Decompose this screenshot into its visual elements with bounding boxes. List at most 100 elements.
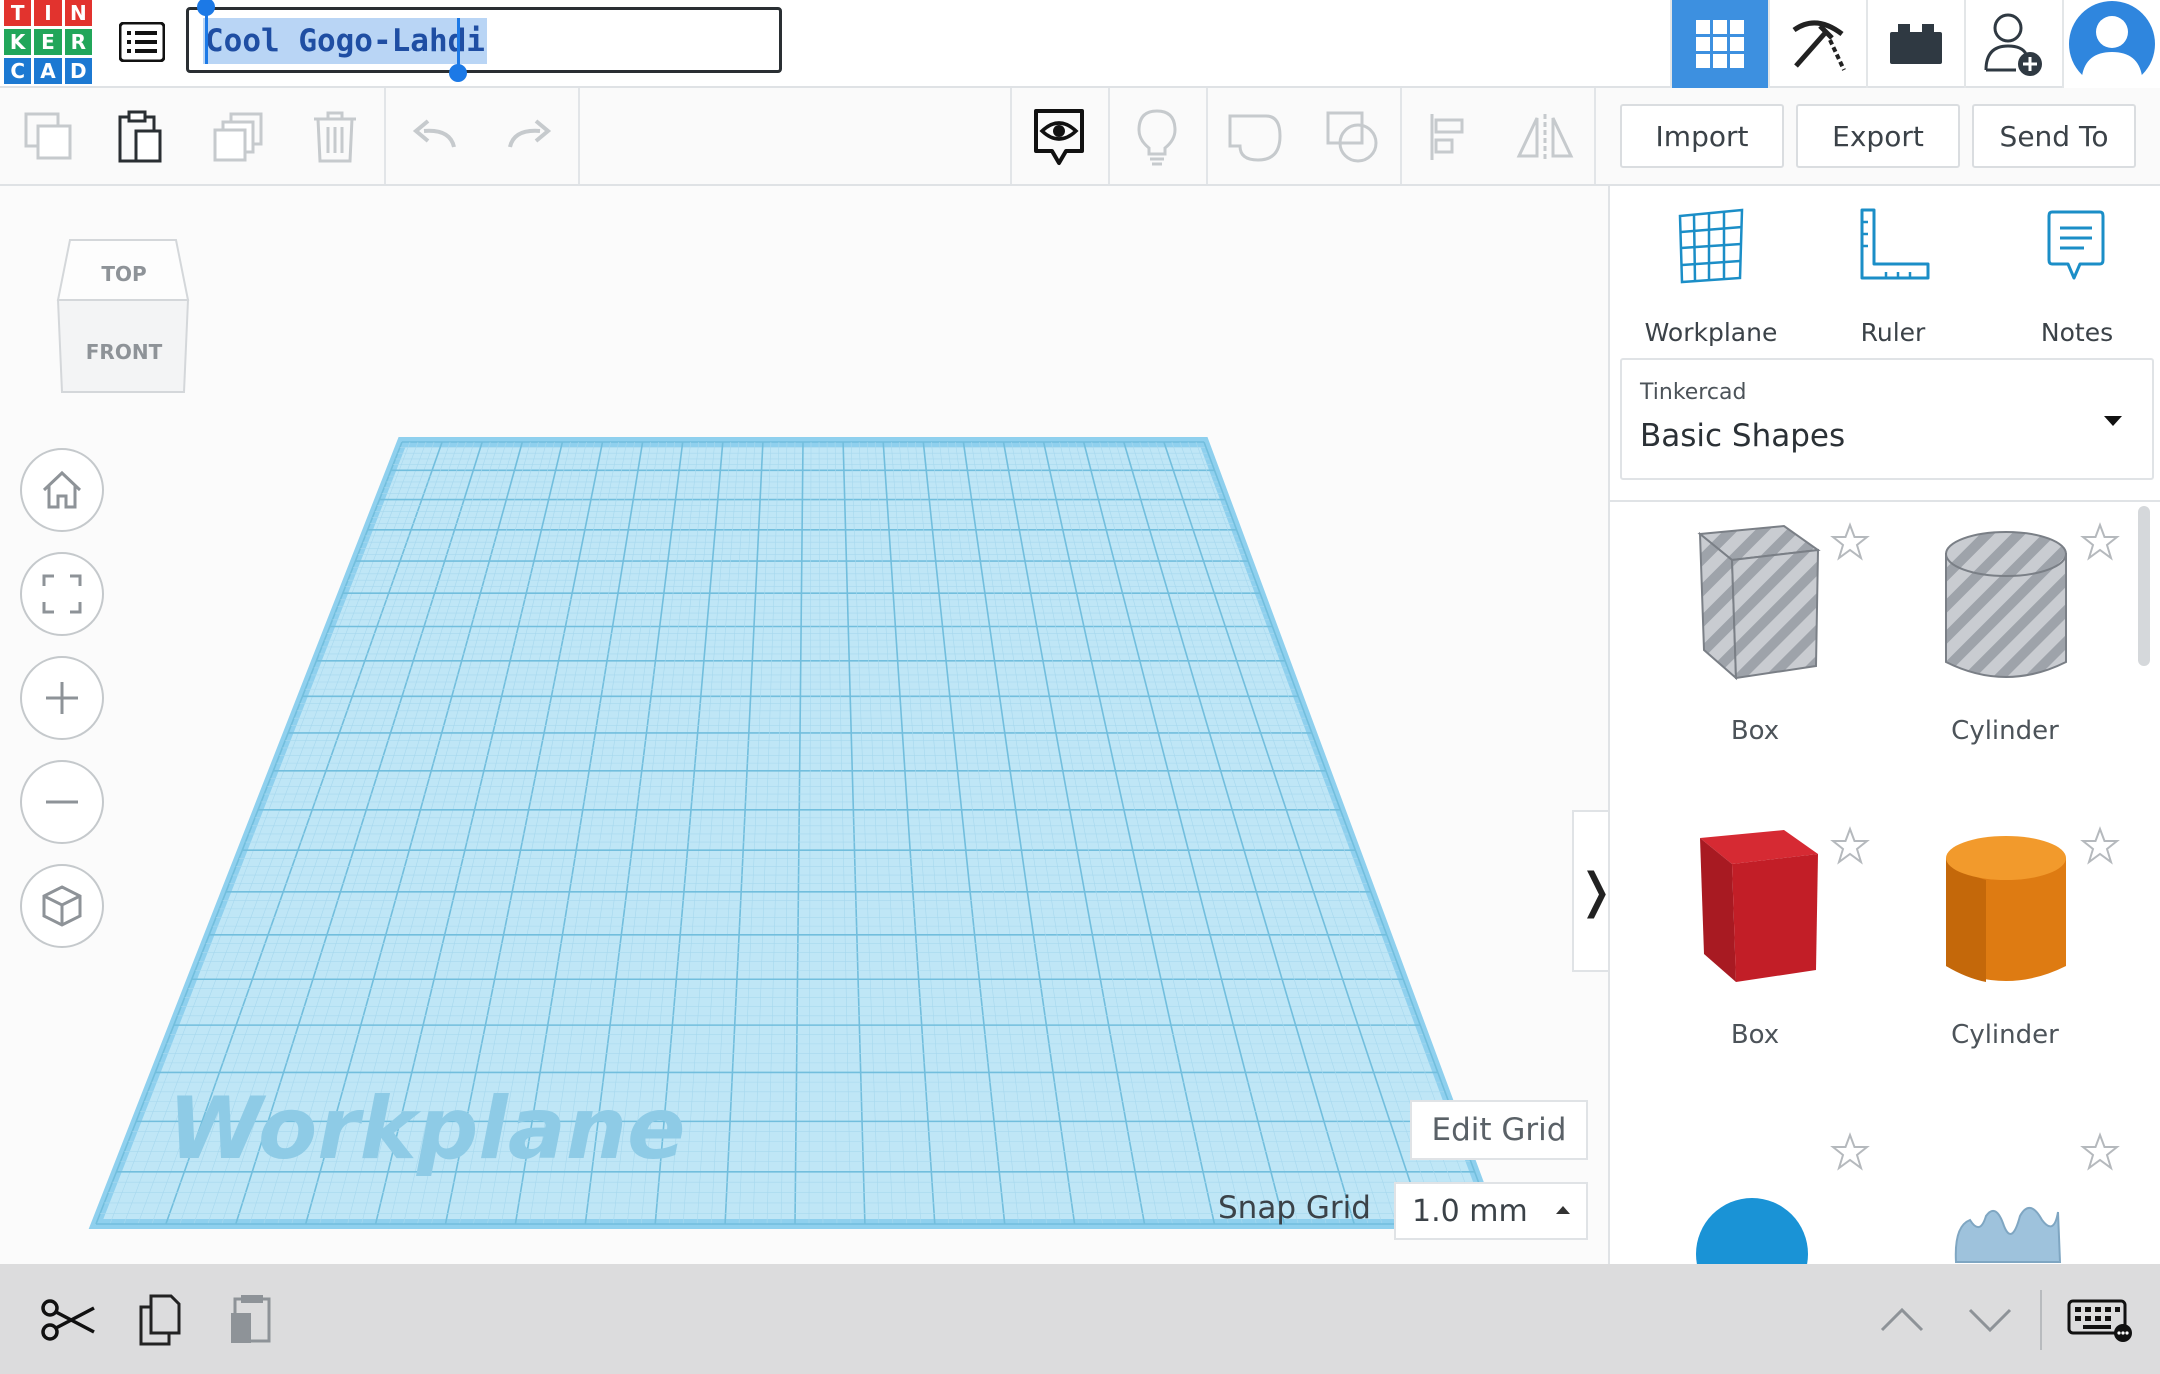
toolbar-divider bbox=[384, 88, 386, 184]
copy-doc-icon bbox=[139, 1294, 181, 1346]
ruler-tool[interactable]: Ruler bbox=[1818, 208, 1968, 347]
edit-toolbar: Import Export Send To bbox=[0, 88, 2160, 186]
copy-button[interactable] bbox=[16, 104, 82, 170]
toolbar-divider bbox=[1594, 88, 1596, 184]
mirror-button[interactable] bbox=[1512, 104, 1578, 170]
snap-grid-select[interactable]: 1.0 mm bbox=[1394, 1182, 1588, 1240]
red-box-shape bbox=[1700, 830, 1818, 982]
workplane-tool[interactable]: Workplane bbox=[1636, 208, 1786, 347]
3d-viewport[interactable]: Workplane TOP FRONT Edit Grid Snap Grid … bbox=[0, 186, 1618, 1264]
favorite-star-icon[interactable] bbox=[1830, 826, 1870, 866]
snap-grid-value: 1.0 mm bbox=[1412, 1193, 1528, 1229]
plus-icon bbox=[46, 682, 78, 714]
snap-grid-label: Snap Grid bbox=[1218, 1190, 1371, 1226]
paste-text-button[interactable] bbox=[220, 1290, 280, 1350]
import-button[interactable]: Import bbox=[1620, 104, 1784, 168]
next-field-button[interactable] bbox=[1960, 1290, 2020, 1350]
paste-button[interactable] bbox=[108, 104, 174, 170]
sphere-shape[interactable] bbox=[1692, 1194, 1822, 1264]
trash-icon bbox=[314, 111, 356, 163]
send-to-button[interactable]: Send To bbox=[1972, 104, 2136, 168]
cut-button[interactable] bbox=[38, 1290, 98, 1350]
bricks-view-button[interactable] bbox=[1866, 0, 1964, 88]
box-hole-shape bbox=[1697, 524, 1821, 681]
favorite-star-icon[interactable] bbox=[1830, 522, 1870, 562]
home-icon bbox=[42, 470, 82, 509]
selection-end-handle[interactable] bbox=[449, 64, 467, 82]
perspective-toggle-button[interactable] bbox=[20, 864, 104, 948]
design-list-button[interactable] bbox=[116, 16, 168, 68]
shape-label: Cylinder bbox=[1951, 1020, 2059, 1050]
group-icon bbox=[1228, 114, 1282, 162]
copy-text-button[interactable] bbox=[130, 1290, 190, 1350]
align-button[interactable] bbox=[1418, 104, 1484, 170]
workplane-icon bbox=[1678, 208, 1744, 284]
paste-doc-icon bbox=[231, 1295, 271, 1343]
logo-letter: A bbox=[34, 58, 62, 84]
previous-field-button[interactable] bbox=[1872, 1290, 1932, 1350]
add-user-icon bbox=[1984, 13, 2042, 76]
ungroup-button[interactable] bbox=[1320, 104, 1386, 170]
note-icon bbox=[2047, 210, 2105, 280]
view-cube[interactable]: TOP FRONT bbox=[56, 236, 192, 400]
pickaxe-icon bbox=[1792, 20, 1846, 71]
avatar bbox=[2069, 1, 2155, 88]
logo-letter: R bbox=[64, 29, 92, 55]
tinkercad-logo[interactable]: TIN KER CAD bbox=[4, 0, 92, 84]
logo-letter: K bbox=[4, 29, 32, 55]
shape-library-select[interactable]: Tinkercad Basic Shapes bbox=[1620, 358, 2154, 480]
blocks-view-button[interactable] bbox=[1768, 0, 1866, 88]
toolbar-divider bbox=[1206, 88, 1208, 184]
top-bar: TIN KER CAD Cool Gogo-Lahdi bbox=[0, 0, 2160, 88]
orange-cylinder-shape bbox=[1946, 836, 2066, 982]
view-switcher bbox=[1670, 0, 2160, 88]
notes-tool[interactable]: Notes bbox=[2002, 208, 2152, 347]
caret-up-icon bbox=[1556, 1206, 1570, 1214]
show-all-button[interactable] bbox=[1026, 104, 1092, 170]
minus-icon bbox=[46, 800, 78, 804]
favorite-star-icon[interactable] bbox=[1830, 1132, 1870, 1172]
selection-start-handle[interactable] bbox=[197, 0, 215, 16]
toolbar-divider bbox=[1400, 88, 1402, 184]
duplicate-button[interactable] bbox=[206, 104, 272, 170]
home-view-button[interactable] bbox=[20, 448, 104, 532]
lightbulb-icon bbox=[1137, 109, 1177, 166]
group-button[interactable] bbox=[1222, 104, 1288, 170]
fit-view-button[interactable] bbox=[20, 552, 104, 636]
design-title-field[interactable]: Cool Gogo-Lahdi bbox=[186, 0, 782, 82]
zoom-out-button[interactable] bbox=[20, 760, 104, 844]
viewcube-top-label[interactable]: TOP bbox=[101, 262, 146, 286]
toolbar-divider bbox=[578, 88, 580, 184]
logo-letter: D bbox=[64, 58, 92, 84]
delete-button[interactable] bbox=[302, 104, 368, 170]
toolbar-divider bbox=[1010, 88, 1012, 184]
fit-icon bbox=[42, 574, 82, 614]
workplane-grid[interactable]: Workplane bbox=[0, 186, 1608, 1264]
invite-user-button[interactable] bbox=[1964, 0, 2062, 88]
toolbar-divider bbox=[1108, 88, 1110, 184]
cube-icon bbox=[42, 885, 82, 927]
favorite-star-icon[interactable] bbox=[2080, 522, 2120, 562]
design-title-text[interactable]: Cool Gogo-Lahdi bbox=[203, 18, 487, 64]
scissors-icon bbox=[41, 1299, 95, 1341]
3d-design-view-button[interactable] bbox=[1670, 0, 1768, 88]
favorite-star-icon[interactable] bbox=[2080, 1132, 2120, 1172]
export-button[interactable]: Export bbox=[1796, 104, 1960, 168]
selection-start-line bbox=[205, 14, 208, 64]
panel-scrollbar[interactable] bbox=[2138, 506, 2150, 666]
zoom-in-button[interactable] bbox=[20, 656, 104, 740]
undo-icon bbox=[412, 119, 456, 148]
hint-button[interactable] bbox=[1124, 104, 1190, 170]
user-account-button[interactable] bbox=[2062, 0, 2160, 88]
viewcube-front-label[interactable]: FRONT bbox=[86, 340, 163, 364]
undo-button[interactable] bbox=[402, 104, 468, 170]
scribble-shape[interactable] bbox=[1950, 1196, 2070, 1266]
favorite-star-icon[interactable] bbox=[2080, 826, 2120, 866]
grid-icon bbox=[1696, 20, 1744, 68]
brick-icon bbox=[1890, 24, 1942, 64]
edit-grid-button[interactable]: Edit Grid bbox=[1410, 1100, 1588, 1160]
hide-keyboard-button[interactable] bbox=[2060, 1290, 2140, 1350]
tinkercad-app: TINKERCAD Cool Gogo-Lahdi Import Export … bbox=[0, 0, 2160, 1374]
logo-letter: C bbox=[4, 58, 32, 84]
redo-button[interactable] bbox=[496, 104, 562, 170]
